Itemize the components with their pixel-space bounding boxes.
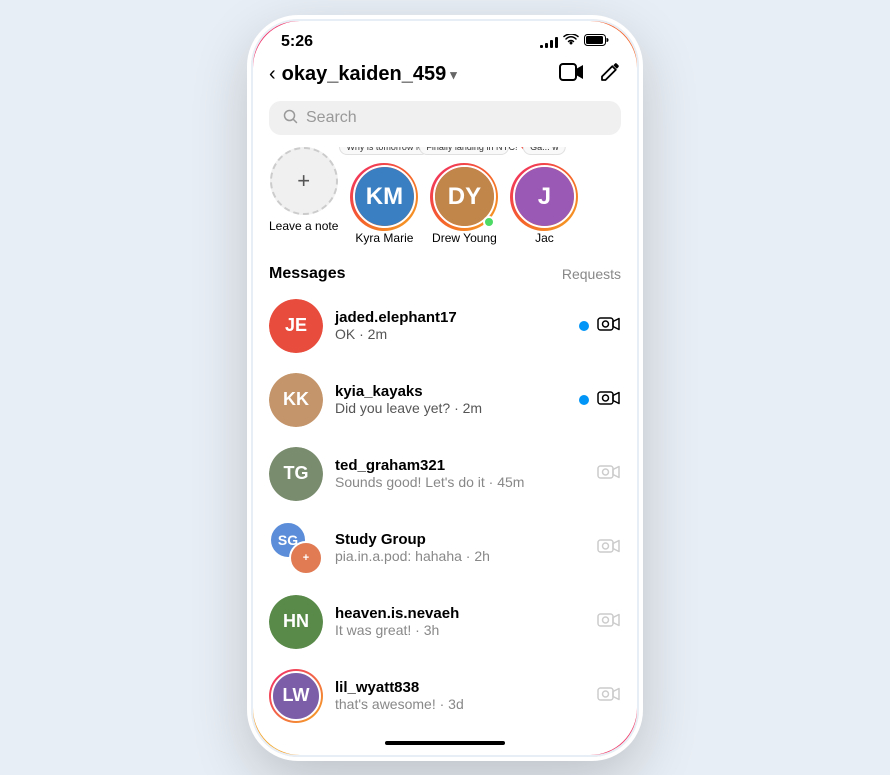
story-label-kyra-marie: Kyra Marie	[355, 231, 413, 245]
username-display[interactable]: okay_kaiden_459 ▾	[282, 63, 559, 86]
story-note-drew: Finally landing in NYC! ❤️	[419, 147, 509, 156]
msg-content-jaded-elephant17: jaded.elephant17 OK · 2m	[335, 309, 567, 342]
avatar-jaded-elephant17: JE	[269, 299, 323, 353]
message-item-kyia-kayaks[interactable]: KK kyia_kayaks Did you leave yet? · 2m	[253, 363, 637, 437]
msg-username-ted-graham321: ted_graham321	[335, 457, 585, 474]
avatar-ted-graham321: TG	[269, 447, 323, 501]
story-avatar-kyra-marie: KM	[350, 163, 418, 231]
msg-preview-ted-graham321: Sounds good! Let's do it · 45m	[335, 474, 585, 490]
msg-username-kyia-kayaks: kyia_kayaks	[335, 383, 567, 400]
requests-button[interactable]: Requests	[562, 266, 621, 282]
back-button[interactable]: ‹	[269, 63, 276, 86]
home-indicator	[385, 741, 505, 745]
message-item-study-group[interactable]: SG + Study Group pia.in.a.pod: hahaha · …	[253, 511, 637, 585]
camera-icon-kyia-kayaks[interactable]	[597, 387, 621, 413]
message-item-lil-wyatt838[interactable]: LW lil_wyatt838 that's awesome! · 3d	[253, 659, 637, 733]
story-note-jac: Ga... w	[523, 147, 566, 156]
msg-right-ted-graham321	[597, 461, 621, 487]
msg-username-jaded-elephant17: jaded.elephant17	[335, 309, 567, 326]
unread-dot-kyia-kayaks	[579, 395, 589, 405]
message-item-paisley-print48[interactable]: PP paisley.print.48 Whaaat?? · 8h	[253, 733, 637, 735]
camera-icon-study-group[interactable]	[597, 535, 621, 561]
story-item-kyra-marie[interactable]: KM Why is tomorrow Monday!? 😑 Kyra Marie	[350, 147, 418, 245]
msg-username-study-group: Study Group	[335, 531, 585, 548]
msg-username-heaven-nevaeh: heaven.is.nevaeh	[335, 605, 585, 622]
video-call-icon[interactable]	[559, 62, 585, 88]
avatar-kyia-kayaks: KK	[269, 373, 323, 427]
screen: 5:26	[253, 21, 637, 755]
camera-icon-lil-wyatt838[interactable]	[597, 683, 621, 709]
story-item-drew-young[interactable]: DY Finally landing in NYC! ❤️ Drew Young	[430, 147, 498, 245]
msg-username-lil-wyatt838: lil_wyatt838	[335, 679, 585, 696]
camera-icon-heaven-nevaeh[interactable]	[597, 609, 621, 635]
compose-icon[interactable]	[599, 61, 621, 89]
header: ‹ okay_kaiden_459 ▾	[253, 57, 637, 97]
msg-content-study-group: Study Group pia.in.a.pod: hahaha · 2h	[335, 531, 585, 564]
msg-content-heaven-nevaeh: heaven.is.nevaeh It was great! · 3h	[335, 605, 585, 638]
story-label-leave-note: Leave a note	[269, 219, 338, 233]
search-placeholder: Search	[306, 109, 357, 127]
chevron-down-icon: ▾	[450, 67, 457, 83]
avatar-study-group: SG +	[269, 521, 323, 575]
msg-preview-study-group: pia.in.a.pod: hahaha · 2h	[335, 548, 585, 564]
unread-dot-jaded-elephant17	[579, 321, 589, 331]
camera-icon-jaded-elephant17[interactable]	[597, 313, 621, 339]
story-label-jac: Jac	[535, 231, 554, 245]
search-bar[interactable]: Search	[269, 101, 621, 135]
msg-preview-jaded-elephant17: OK · 2m	[335, 326, 567, 342]
status-icons	[540, 34, 609, 49]
message-list: JE jaded.elephant17 OK · 2m	[253, 289, 637, 735]
online-status-dot	[483, 216, 495, 228]
camera-icon-ted-graham321[interactable]	[597, 461, 621, 487]
msg-right-kyia-kayaks	[579, 387, 621, 413]
search-icon	[283, 109, 298, 127]
msg-content-lil-wyatt838: lil_wyatt838 that's awesome! · 3d	[335, 679, 585, 712]
story-note-kyra: Why is tomorrow Monday!? 😑	[339, 147, 429, 156]
header-icons	[559, 61, 621, 89]
msg-preview-lil-wyatt838: that's awesome! · 3d	[335, 696, 585, 712]
wifi-icon	[563, 34, 579, 49]
status-bar: 5:26	[253, 21, 637, 57]
message-item-ted-graham321[interactable]: TG ted_graham321 Sounds good! Let's do i…	[253, 437, 637, 511]
stories-row: + Leave a note KM Why is tomorrow Monday…	[253, 147, 637, 257]
avatar-heaven-nevaeh: HN	[269, 595, 323, 649]
status-time: 5:26	[281, 33, 313, 51]
story-item-jac[interactable]: J Ga... w Jac	[510, 147, 578, 245]
msg-right-jaded-elephant17	[579, 313, 621, 339]
battery-icon	[584, 34, 609, 49]
messages-section-header: Messages Requests	[253, 257, 637, 289]
story-avatar-add: +	[270, 147, 338, 215]
msg-content-ted-graham321: ted_graham321 Sounds good! Let's do it ·…	[335, 457, 585, 490]
avatar-lil-wyatt838: LW	[269, 669, 323, 723]
messages-title: Messages	[269, 265, 346, 283]
message-item-heaven-nevaeh[interactable]: HN heaven.is.nevaeh It was great! · 3h	[253, 585, 637, 659]
story-label-drew-young: Drew Young	[432, 231, 497, 245]
msg-right-heaven-nevaeh	[597, 609, 621, 635]
msg-right-lil-wyatt838	[597, 683, 621, 709]
story-item-leave-note[interactable]: + Leave a note	[269, 147, 338, 245]
phone-shell: 5:26	[250, 18, 640, 758]
msg-preview-heaven-nevaeh: It was great! · 3h	[335, 622, 585, 638]
msg-content-kyia-kayaks: kyia_kayaks Did you leave yet? · 2m	[335, 383, 567, 416]
message-item-jaded-elephant17[interactable]: JE jaded.elephant17 OK · 2m	[253, 289, 637, 363]
msg-right-study-group	[597, 535, 621, 561]
msg-preview-kyia-kayaks: Did you leave yet? · 2m	[335, 400, 567, 416]
signal-bars-icon	[540, 36, 558, 48]
story-avatar-jac: J	[510, 163, 578, 231]
